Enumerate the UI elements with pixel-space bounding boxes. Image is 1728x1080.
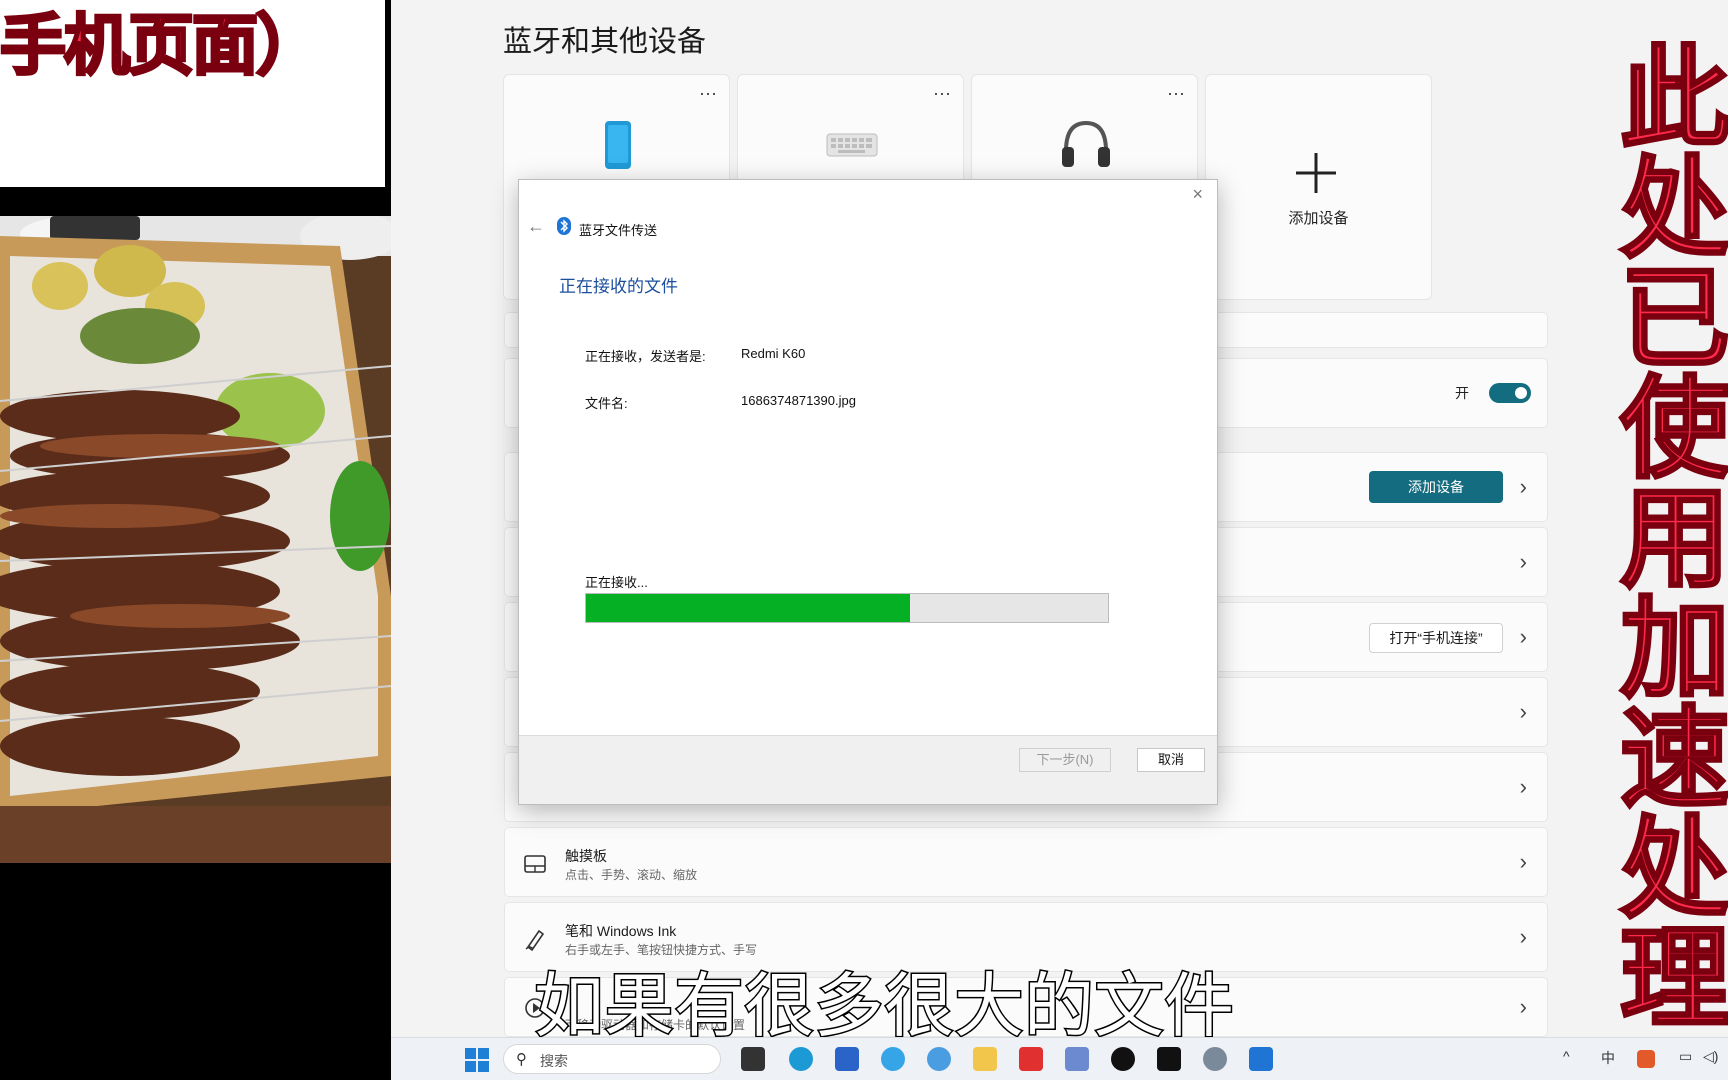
bluetooth-transfer-dialog: × ← 蓝牙文件传送 正在接收的文件 正在接收，发送者是: Redmi K60 … [518, 179, 1218, 805]
add-device-card-label: 添加设备 [1288, 210, 1349, 227]
record-icon[interactable] [1111, 1047, 1135, 1071]
taskbar: ⚲ 搜索 ^ 中 ▭ ◁) [391, 1037, 1728, 1080]
volume-icon[interactable]: ◁) [1703, 1048, 1718, 1065]
ime-indicator[interactable]: 中 [1601, 1048, 1615, 1068]
network-icon[interactable]: ▭ [1679, 1048, 1692, 1065]
taskbar-search[interactable]: ⚲ 搜索 [503, 1044, 721, 1074]
touchpad-subtitle: 点击、手势、滚动、缩放 [565, 868, 698, 882]
open-phone-link-button[interactable]: 打开“手机连接” [1369, 623, 1503, 653]
windows-start-icon[interactable] [465, 1048, 489, 1072]
back-arrow-icon[interactable]: ← [527, 216, 545, 237]
settings-gear-icon[interactable] [1203, 1047, 1227, 1071]
more-options-button[interactable]: ··· [699, 83, 717, 104]
task-view-icon[interactable] [741, 1047, 765, 1071]
search-placeholder: 搜索 [540, 1053, 568, 1069]
notepad-icon[interactable] [1065, 1047, 1089, 1071]
touchpad-icon [524, 855, 546, 873]
chevron-right-icon: › [1519, 774, 1527, 799]
file-explorer-icon[interactable] [973, 1047, 997, 1071]
browser-icon[interactable] [881, 1047, 905, 1071]
store-icon[interactable] [835, 1047, 859, 1071]
next-button[interactable]: 下一步(N) [1019, 748, 1111, 772]
dialog-footer: 下一步(N) 取消 [519, 735, 1217, 804]
search-icon: ⚲ [516, 1051, 527, 1068]
keyboard-icon [826, 133, 878, 157]
progress-label: 正在接收... [585, 575, 648, 590]
sender-label: 正在接收，发送者是: [585, 349, 706, 364]
capcut-icon[interactable] [1157, 1047, 1181, 1071]
touchpad-title: 触摸板 [565, 848, 607, 864]
more-options-button[interactable]: ··· [933, 83, 951, 104]
file-name-label: 文件名: [585, 396, 628, 411]
chevron-up-icon[interactable]: ^ [1563, 1048, 1570, 1064]
bluetooth-toggle-label: 开 [1455, 385, 1469, 401]
pen-title: 笔和 Windows Ink [565, 923, 677, 939]
bluetooth-toggle[interactable] [1489, 383, 1531, 403]
bluetooth-taskbar-icon[interactable] [1249, 1047, 1273, 1071]
progress-bar [585, 593, 1109, 623]
progress-bar-fill [586, 594, 910, 622]
chevron-right-icon: › [1519, 474, 1527, 499]
tray-app-icon[interactable] [1637, 1050, 1655, 1068]
chevron-right-icon: › [1519, 549, 1527, 574]
music-app-icon[interactable] [1019, 1047, 1043, 1071]
chevron-right-icon: › [1519, 924, 1527, 949]
chevron-right-icon: › [1519, 699, 1527, 724]
edge-browser-icon[interactable] [789, 1047, 813, 1071]
chevron-right-icon: › [1519, 994, 1527, 1019]
touchpad-row[interactable]: 触摸板 点击、手势、滚动、缩放 › [504, 827, 1548, 897]
file-name-value: 1686374871390.jpg [741, 393, 856, 408]
pen-icon [525, 929, 545, 952]
more-options-button[interactable]: ··· [1167, 83, 1185, 104]
plus-icon [1296, 153, 1336, 193]
close-icon[interactable]: × [1192, 184, 1203, 205]
chevron-right-icon: › [1519, 849, 1527, 874]
dialog-heading: 正在接收的文件 [559, 277, 678, 296]
page-title: 蓝牙和其他设备 [503, 26, 707, 58]
overlay-right-banner: 此处已使用加速处理 [1602, 39, 1728, 1032]
phone-photo [0, 216, 391, 863]
chevron-right-icon: › [1519, 624, 1527, 649]
headphones-icon [1062, 120, 1110, 167]
overlay-left-title: 手机页面） [0, 7, 324, 84]
add-device-button[interactable]: 添加设备 [1369, 471, 1503, 503]
cancel-button[interactable]: 取消 [1137, 748, 1205, 772]
phone-mirror-header: 手机页面） [0, 0, 388, 190]
phone-icon [605, 121, 631, 169]
bluetooth-icon [557, 217, 571, 235]
video-subtitle: 如果有很多很大的文件 [533, 964, 1236, 1049]
dialog-title: 蓝牙文件传送 [579, 223, 658, 238]
add-device-card[interactable]: 添加设备 [1205, 74, 1432, 300]
sender-value: Redmi K60 [741, 346, 806, 361]
chat-icon[interactable] [927, 1047, 951, 1071]
